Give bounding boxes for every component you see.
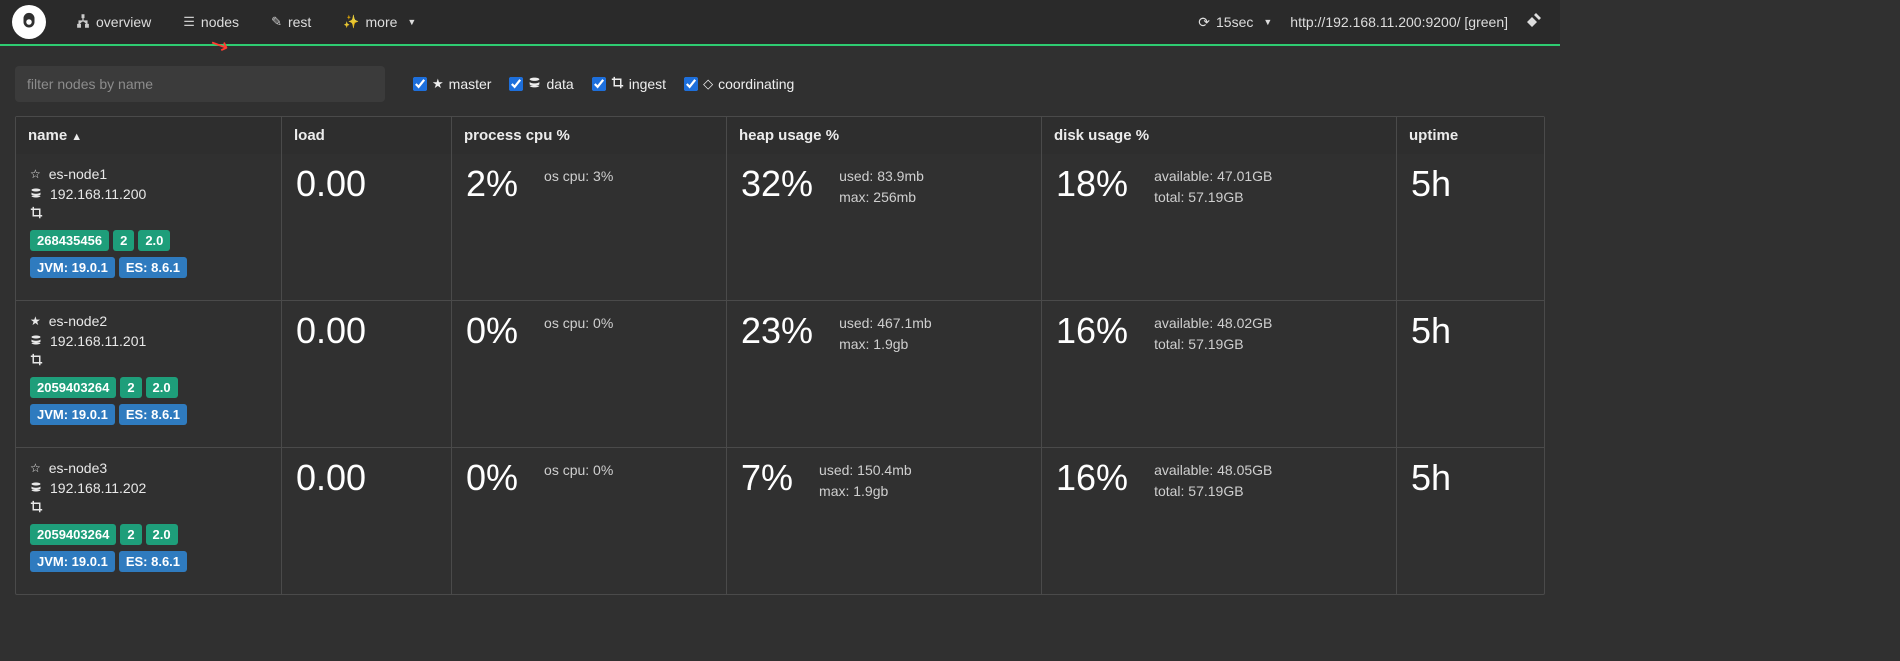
badge: 268435456 [30,230,109,251]
cell-load: 0.00 [281,301,451,447]
col-uptime[interactable]: uptime [1396,117,1544,154]
sort-asc-icon: ▲ [71,131,82,143]
database-icon [30,334,42,349]
cell-load: 0.00 [281,154,451,300]
filter-master-checkbox[interactable] [413,77,427,91]
star-icon [432,76,444,92]
filter-data[interactable]: data [509,76,573,92]
cell-disk: 16%available: 48.05GBtotal: 57.19GB [1041,448,1396,594]
master-star-icon [30,314,41,328]
badge: 2.0 [138,230,170,251]
database-icon [528,76,541,92]
node-ip: 192.168.11.201 [50,333,146,349]
crop-icon [30,500,267,516]
filter-master[interactable]: master [413,76,491,92]
nodes-table: name▲ load process cpu % heap usage % di… [15,116,1545,595]
filter-ingest[interactable]: ingest [592,76,666,92]
cell-disk: 16%available: 48.02GBtotal: 57.19GB [1041,301,1396,447]
badge: 2059403264 [30,524,116,545]
master-star-icon [30,167,41,181]
crop-icon [30,353,267,369]
table-row: es-node2 192.168.11.201 205940326422.0 J… [16,300,1544,447]
crop-icon [611,76,624,92]
nav-nodes-label: nodes [201,14,239,30]
col-cpu[interactable]: process cpu % [451,117,726,154]
cell-uptime: 5h [1396,301,1544,447]
table-header: name▲ load process cpu % heap usage % di… [16,117,1544,154]
filter-input[interactable] [15,66,385,102]
filter-master-label: master [449,76,492,92]
top-nav: overview ☰ nodes ✎ rest ✨ more ▼ ⟳ 15sec… [0,0,1560,44]
cell-uptime: 5h [1396,448,1544,594]
badge: ES: 8.6.1 [119,404,187,425]
filter-coordinating[interactable]: ◇ coordinating [684,76,794,92]
cell-name: es-node2 192.168.11.201 205940326422.0 J… [16,301,281,447]
refresh-interval[interactable]: ⟳ 15sec ▼ [1198,14,1272,31]
badge: 2.0 [146,524,178,545]
cell-name: es-node3 192.168.11.202 205940326422.0 J… [16,448,281,594]
cell-heap: 32%used: 83.9mbmax: 256mb [726,154,1041,300]
cell-heap: 23%used: 467.1mbmax: 1.9gb [726,301,1041,447]
node-ip: 192.168.11.202 [50,480,146,496]
badge: ES: 8.6.1 [119,551,187,572]
refresh-icon: ⟳ [1198,14,1210,31]
filter-data-checkbox[interactable] [509,77,523,91]
cluster-url[interactable]: http://192.168.11.200:9200/ [green] [1290,14,1508,30]
table-row: es-node1 192.168.11.200 26843545622.0 JV… [16,154,1544,300]
caret-down-icon: ▼ [1263,17,1272,27]
nav-overview-label: overview [96,14,151,30]
table-row: es-node3 192.168.11.202 205940326422.0 J… [16,447,1544,594]
node-name[interactable]: es-node1 [49,166,107,182]
cell-cpu: 2%os cpu: 3% [451,154,726,300]
controls-bar: master data ingest ◇ coordinating [0,46,1560,116]
badge: ES: 8.6.1 [119,257,187,278]
cell-cpu: 0%os cpu: 0% [451,448,726,594]
filter-coordinating-label: coordinating [718,76,794,92]
app-logo[interactable] [12,5,46,39]
database-icon [30,481,42,496]
filter-coordinating-checkbox[interactable] [684,77,698,91]
nav-nodes[interactable]: ☰ nodes [169,6,253,38]
nav-rest-label: rest [288,14,311,30]
filter-ingest-checkbox[interactable] [592,77,606,91]
badge: 2 [120,524,141,545]
cell-uptime: 5h [1396,154,1544,300]
cell-heap: 7%used: 150.4mbmax: 1.9gb [726,448,1041,594]
node-name[interactable]: es-node2 [49,313,107,329]
badge: 2.0 [146,377,178,398]
cell-name: es-node1 192.168.11.200 26843545622.0 JV… [16,154,281,300]
refresh-interval-label: 15sec [1216,14,1253,30]
badge: 2059403264 [30,377,116,398]
cell-load: 0.00 [281,448,451,594]
nav-rest[interactable]: ✎ rest [257,6,325,38]
nav-more-label: more [366,14,398,30]
sitemap-icon [76,14,90,31]
master-star-icon [30,461,41,475]
badge: 2 [113,230,134,251]
plug-icon[interactable] [1526,12,1542,33]
cell-cpu: 0%os cpu: 0% [451,301,726,447]
col-name[interactable]: name▲ [16,117,281,154]
crop-icon [30,206,267,222]
badge: 2 [120,377,141,398]
filter-data-label: data [546,76,573,92]
edit-icon: ✎ [271,14,282,30]
badge: JVM: 19.0.1 [30,551,115,572]
col-load[interactable]: load [281,117,451,154]
filter-ingest-label: ingest [629,76,666,92]
nav-overview[interactable]: overview [62,6,165,39]
database-icon [30,187,42,202]
diamond-icon: ◇ [703,76,713,92]
cell-disk: 18%available: 47.01GBtotal: 57.19GB [1041,154,1396,300]
magic-icon: ✨ [343,14,359,30]
node-name[interactable]: es-node3 [49,460,107,476]
badge: JVM: 19.0.1 [30,404,115,425]
nav-more[interactable]: ✨ more ▼ [329,6,430,38]
badge: JVM: 19.0.1 [30,257,115,278]
caret-down-icon: ▼ [407,17,416,27]
col-disk[interactable]: disk usage % [1041,117,1396,154]
list-icon: ☰ [183,14,195,30]
col-heap[interactable]: heap usage % [726,117,1041,154]
node-ip: 192.168.11.200 [50,186,146,202]
